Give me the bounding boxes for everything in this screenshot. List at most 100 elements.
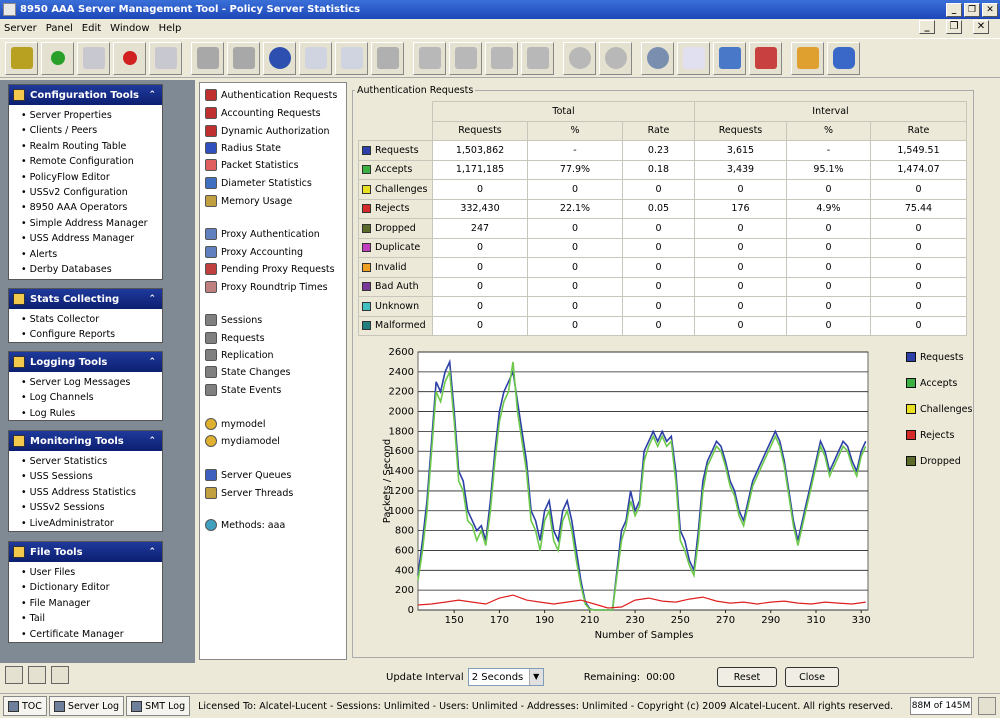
cut-button[interactable] — [449, 41, 482, 75]
nav-server-threads[interactable]: Server Threads — [205, 485, 293, 501]
section-header[interactable]: Logging Tools ⌃ — [9, 352, 162, 372]
nav-radius-state[interactable]: Radius State — [205, 140, 281, 156]
menu-server[interactable]: Server — [4, 23, 37, 34]
save-button[interactable] — [191, 41, 224, 75]
nav-dynamic-authorization[interactable]: Dynamic Authorization — [205, 123, 330, 139]
sidebar-item[interactable]: User Files — [21, 565, 162, 580]
sidebar-item[interactable]: Stats Collector — [21, 312, 162, 327]
sidebar-item[interactable]: USS Address Statistics — [21, 485, 162, 500]
memory-indicator[interactable]: 88M of 145M — [910, 697, 972, 715]
collapse-icon[interactable]: ⌃ — [148, 357, 156, 367]
sidebar-item[interactable]: Log Channels — [21, 390, 162, 405]
start-server-button[interactable] — [41, 41, 74, 75]
nav-accounting-requests[interactable]: Accounting Requests — [205, 105, 321, 121]
panel-minimize-button[interactable]: _ — [919, 20, 935, 34]
sidebar-item[interactable]: Clients / Peers — [21, 123, 162, 138]
tab-smt-log[interactable]: SMT Log — [126, 696, 191, 716]
update-interval-select[interactable]: 2 Seconds ▼ — [467, 668, 544, 686]
nav-replication[interactable]: Replication — [205, 347, 274, 363]
collapse-icon[interactable]: ⌃ — [148, 294, 156, 304]
section-header[interactable]: Monitoring Tools ⌃ — [9, 431, 162, 451]
nav-packet-statistics[interactable]: Packet Statistics — [205, 157, 299, 173]
expand-button[interactable] — [28, 666, 46, 684]
sidebar-item[interactable]: Server Log Messages — [21, 375, 162, 390]
close-button[interactable]: Close — [785, 667, 840, 687]
server-green-button[interactable] — [77, 41, 110, 75]
restore-button[interactable]: ❐ — [964, 2, 980, 17]
sidebar-item[interactable]: Configure Reports — [21, 327, 162, 342]
nav-state-changes[interactable]: State Changes — [205, 364, 291, 380]
monitor-button[interactable] — [713, 41, 746, 75]
section-header[interactable]: File Tools ⌃ — [9, 542, 162, 562]
nav-requests[interactable]: Requests — [205, 330, 265, 346]
sidebar-item[interactable]: File Manager — [21, 596, 162, 611]
nav-mydiamodel[interactable]: mydiamodel — [205, 433, 280, 449]
nav-pending-proxy-requests[interactable]: Pending Proxy Requests — [205, 261, 335, 277]
sidebar-item[interactable]: LiveAdministrator — [21, 516, 162, 531]
database-button[interactable] — [827, 41, 860, 75]
panel-close-button[interactable]: ✕ — [973, 20, 989, 34]
sidebar-item[interactable]: Dictionary Editor — [21, 580, 162, 595]
section-header[interactable]: Configuration Tools ⌃ — [9, 85, 162, 105]
tab-server-log[interactable]: Server Log — [48, 696, 125, 716]
sidebar-item[interactable]: Log Rules — [21, 406, 162, 421]
save-all-button[interactable] — [227, 41, 260, 75]
sync-button[interactable] — [413, 41, 446, 75]
nav-server-queues[interactable]: Server Queues — [205, 467, 291, 483]
server-red-button[interactable] — [149, 41, 182, 75]
menu-help[interactable]: Help — [159, 23, 182, 34]
home-button[interactable] — [5, 666, 23, 684]
sidebar-item[interactable]: USSv2 Sessions — [21, 500, 162, 515]
trash-icon[interactable] — [978, 697, 996, 715]
sidebar-item[interactable]: Remote Configuration — [21, 154, 162, 169]
collapse-icon[interactable]: ⌃ — [148, 436, 156, 446]
sidebar-item[interactable]: Server Statistics — [21, 454, 162, 469]
sidebar-item[interactable]: Alerts — [21, 247, 162, 262]
sidebar-item[interactable]: 8950 AAA Operators — [21, 200, 162, 215]
sidebar-item[interactable]: USSv2 Configuration — [21, 185, 162, 200]
nav-memory-usage[interactable]: Memory Usage — [205, 193, 292, 209]
tools-button[interactable] — [791, 41, 824, 75]
nav-proxy-authentication[interactable]: Proxy Authentication — [205, 226, 320, 242]
nav-sessions[interactable]: Sessions — [205, 312, 262, 328]
minimize-button[interactable]: _ — [946, 2, 962, 17]
nav-methods[interactable]: Methods: aaa — [205, 517, 285, 533]
copy-button[interactable] — [485, 41, 518, 75]
security-button[interactable] — [749, 41, 782, 75]
find-next-button[interactable] — [599, 41, 632, 75]
sidebar-item[interactable]: Simple Address Manager — [21, 216, 162, 231]
close-panel-button[interactable] — [299, 41, 332, 75]
close-all-button[interactable] — [335, 41, 368, 75]
connect-button[interactable] — [5, 41, 38, 75]
nav-proxy-accounting[interactable]: Proxy Accounting — [205, 244, 303, 260]
nav-authentication-requests[interactable]: Authentication Requests — [205, 87, 338, 103]
tab-toc[interactable]: TOC — [3, 696, 47, 716]
stop-server-button[interactable] — [113, 41, 146, 75]
print-button[interactable] — [371, 41, 404, 75]
layout-button[interactable] — [51, 666, 69, 684]
menu-panel[interactable]: Panel — [46, 23, 73, 34]
menu-edit[interactable]: Edit — [82, 23, 101, 34]
nav-diameter-statistics[interactable]: Diameter Statistics — [205, 175, 312, 191]
panel-restore-button[interactable]: ❐ — [946, 20, 962, 34]
document-button[interactable] — [677, 41, 710, 75]
sidebar-item[interactable]: USS Sessions — [21, 469, 162, 484]
section-header[interactable]: Stats Collecting ⌃ — [9, 289, 162, 309]
nav-proxy-roundtrip-times[interactable]: Proxy Roundtrip Times — [205, 279, 328, 295]
close-window-button[interactable]: ✕ — [982, 2, 998, 17]
sidebar-item[interactable]: PolicyFlow Editor — [21, 170, 162, 185]
nav-mymodel[interactable]: mymodel — [205, 416, 265, 432]
menu-window[interactable]: Window — [110, 23, 149, 34]
paste-button[interactable] — [521, 41, 554, 75]
sidebar-item[interactable]: Tail — [21, 611, 162, 626]
sidebar-item[interactable]: Derby Databases — [21, 262, 162, 277]
settings-button[interactable] — [641, 41, 674, 75]
sidebar-item[interactable]: Server Properties — [21, 108, 162, 123]
reset-button[interactable]: Reset — [717, 667, 778, 687]
collapse-icon[interactable]: ⌃ — [148, 547, 156, 557]
collapse-icon[interactable]: ⌃ — [148, 90, 156, 100]
sidebar-item[interactable]: Realm Routing Table — [21, 139, 162, 154]
nav-state-events[interactable]: State Events — [205, 382, 281, 398]
chevron-down-icon[interactable]: ▼ — [528, 669, 543, 685]
sidebar-item[interactable]: Certificate Manager — [21, 627, 162, 642]
